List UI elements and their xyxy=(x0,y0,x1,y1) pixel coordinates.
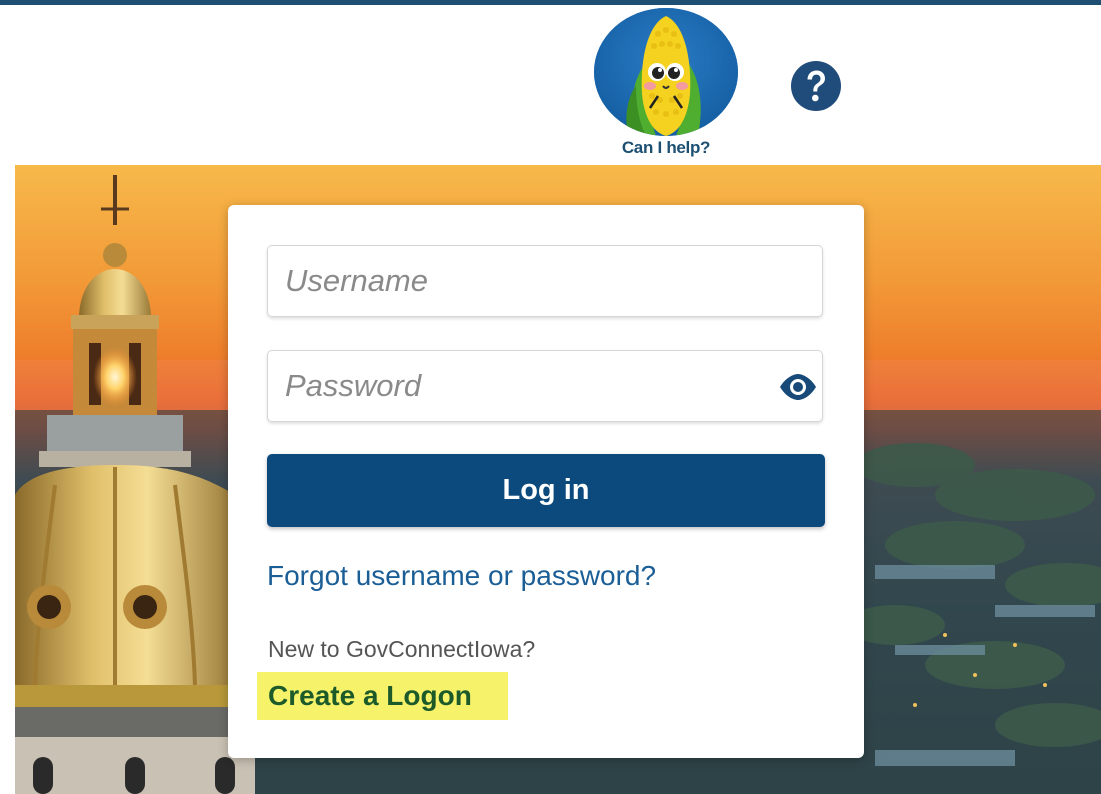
new-user-prompt: New to GovConnectIowa? xyxy=(268,636,536,662)
password-field[interactable] xyxy=(267,350,823,422)
top-border-rule xyxy=(0,0,1101,5)
login-button[interactable]: Log in xyxy=(267,454,825,527)
login-card: Log in Forgot username or password? New … xyxy=(228,205,864,758)
username-input[interactable] xyxy=(268,246,822,316)
helper-caption[interactable]: Can I help? xyxy=(593,138,739,158)
forgot-credentials-link[interactable]: Forgot username or password? xyxy=(267,560,656,592)
corn-mascot-icon xyxy=(594,8,738,136)
eye-icon[interactable] xyxy=(778,373,818,401)
chat-helper-button[interactable]: Can I help? xyxy=(593,8,739,160)
username-field[interactable] xyxy=(267,245,823,317)
password-input[interactable] xyxy=(268,351,822,421)
create-logon-link[interactable]: Create a Logon xyxy=(257,672,508,720)
question-mark-icon[interactable] xyxy=(791,61,841,111)
